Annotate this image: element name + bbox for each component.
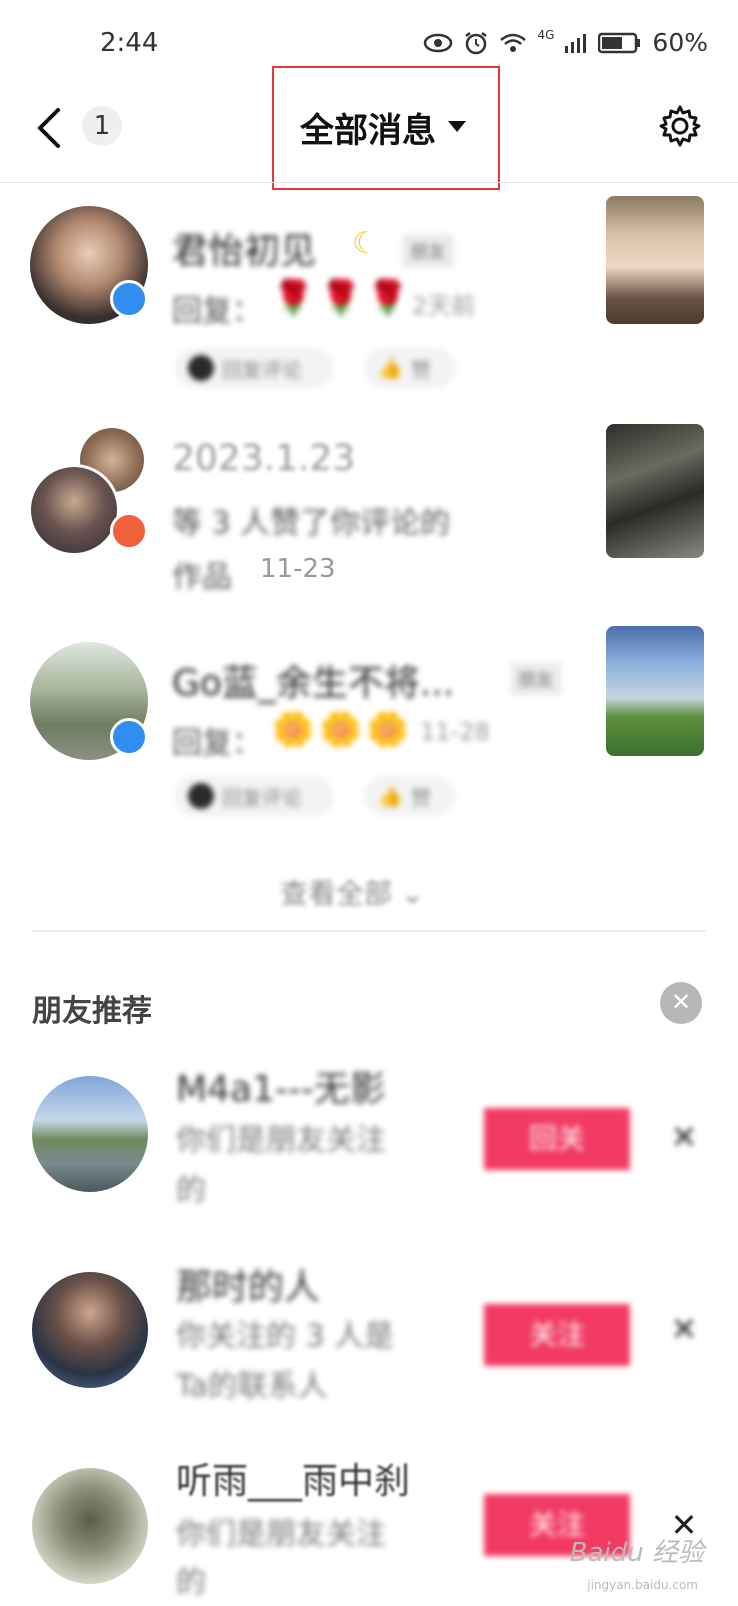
friend-reason-line2: 的	[176, 1565, 206, 1600]
dismiss-icon[interactable]: ✕	[666, 1310, 702, 1348]
sender-name[interactable]: 君怡初见	[172, 222, 316, 274]
timestamp: 11-28	[420, 718, 490, 746]
signal-icon	[565, 33, 587, 53]
friend-reason: 你们是朋友关注	[176, 1123, 386, 1158]
reply-label: 回复：	[172, 294, 262, 329]
battery-icon	[598, 32, 641, 53]
friend-reason-line2: Ta的联系人	[176, 1369, 328, 1404]
follow-back-button[interactable]: 回关	[484, 1108, 630, 1170]
friend-recommendation-item[interactable]: M4a1---无影 你们是朋友关注 的 回关 ✕	[0, 1050, 738, 1230]
moon-icon: ☾	[352, 226, 379, 261]
thumb-up-icon: 👍	[378, 356, 403, 380]
wifi-icon	[500, 33, 527, 52]
reply-comment-chip[interactable]: 回复评论	[174, 348, 334, 388]
like-chip[interactable]: 👍 赞	[364, 348, 456, 388]
unread-count-badge[interactable]: 1	[82, 106, 122, 146]
like-chip[interactable]: 👍 赞	[364, 776, 456, 816]
notification-item[interactable]: 君怡初见 ☾ 朋友 回复： 🌹 🌹 🌹 2天前 回复评论 👍 赞	[0, 190, 738, 410]
baidu-watermark: Baidu 经验	[569, 1538, 704, 1568]
notification-item[interactable]: 2023.1.23 等 3 人赞了你评论的 作品 11-23	[0, 420, 738, 610]
see-all-link[interactable]: 查看全部 ⌄	[280, 872, 424, 912]
sender-name[interactable]: 2023.1.23	[172, 438, 355, 479]
thumb-up-icon: 👍	[378, 784, 403, 808]
back-arrow-icon[interactable]	[30, 104, 70, 152]
header-divider	[0, 182, 738, 183]
friend-reason: 你关注的 3 人是	[176, 1319, 395, 1354]
friend-recommendation-item[interactable]: 那时的人 你关注的 3 人是 Ta的联系人 关注 ✕	[0, 1248, 738, 1428]
verified-badge	[110, 718, 148, 756]
status-time: 2:44	[100, 28, 159, 58]
reply-comment-chip[interactable]: 回复评论	[174, 776, 334, 816]
friend-name[interactable]: 听雨___雨中刹	[176, 1452, 410, 1504]
friend-name[interactable]: M4a1---无影	[176, 1060, 386, 1112]
status-icons: 4G 60%	[423, 28, 708, 57]
post-thumbnail[interactable]	[606, 626, 704, 756]
avatar[interactable]	[32, 1076, 148, 1192]
activity-text: 等 3 人赞了你评论的	[172, 506, 451, 541]
avatar[interactable]	[32, 1468, 148, 1584]
post-thumbnail[interactable]	[606, 196, 704, 324]
sender-name[interactable]: Go蓝_余生不将...	[172, 654, 454, 706]
avatar[interactable]	[32, 1272, 148, 1388]
post-thumbnail[interactable]	[606, 424, 704, 558]
friends-section-title: 朋友推荐	[32, 994, 152, 1029]
rose-emojis: 🌹 🌹 🌹	[272, 278, 410, 318]
activity-text-line2: 作品	[172, 560, 232, 595]
section-divider	[32, 930, 706, 932]
follow-button[interactable]: 关注	[484, 1304, 630, 1366]
close-icon[interactable]: ✕	[660, 982, 702, 1024]
timestamp: 11-23	[260, 554, 336, 584]
friend-tag: 朋友	[510, 662, 562, 696]
flower-emojis: 🌼 🌼 🌼	[272, 710, 410, 750]
alarm-icon	[465, 31, 488, 54]
notification-item[interactable]: Go蓝_余生不将... 朋友 回复： 🌼 🌼 🌼 11-28 回复评论 👍 赞	[0, 626, 738, 830]
friend-recommendation-item[interactable]: 听雨___雨中刹 你们是朋友关注 的 关注 ✕	[0, 1440, 738, 1600]
friend-reason: 你们是朋友关注	[176, 1517, 386, 1552]
avatar-dot	[188, 355, 214, 381]
gear-icon[interactable]	[658, 104, 702, 148]
page-title[interactable]: 全部消息	[300, 103, 436, 152]
baidu-watermark-url: jingyan.baidu.com	[587, 1578, 698, 1592]
friend-reason-line2: 的	[176, 1173, 206, 1208]
friend-tag: 朋友	[402, 234, 454, 268]
verified-badge	[110, 280, 148, 318]
battery-percent: 60%	[652, 28, 708, 57]
reply-label: 回复：	[172, 726, 262, 761]
avatar-dot	[188, 783, 214, 809]
timestamp: 2天前	[412, 292, 476, 320]
eye-icon	[424, 33, 453, 52]
network-label: 4G	[537, 27, 555, 42]
caret-down-icon[interactable]	[448, 121, 466, 132]
dismiss-icon[interactable]: ✕	[666, 1118, 702, 1156]
avatar[interactable]	[28, 464, 120, 556]
friend-name[interactable]: 那时的人	[176, 1258, 320, 1310]
like-badge	[110, 512, 148, 550]
